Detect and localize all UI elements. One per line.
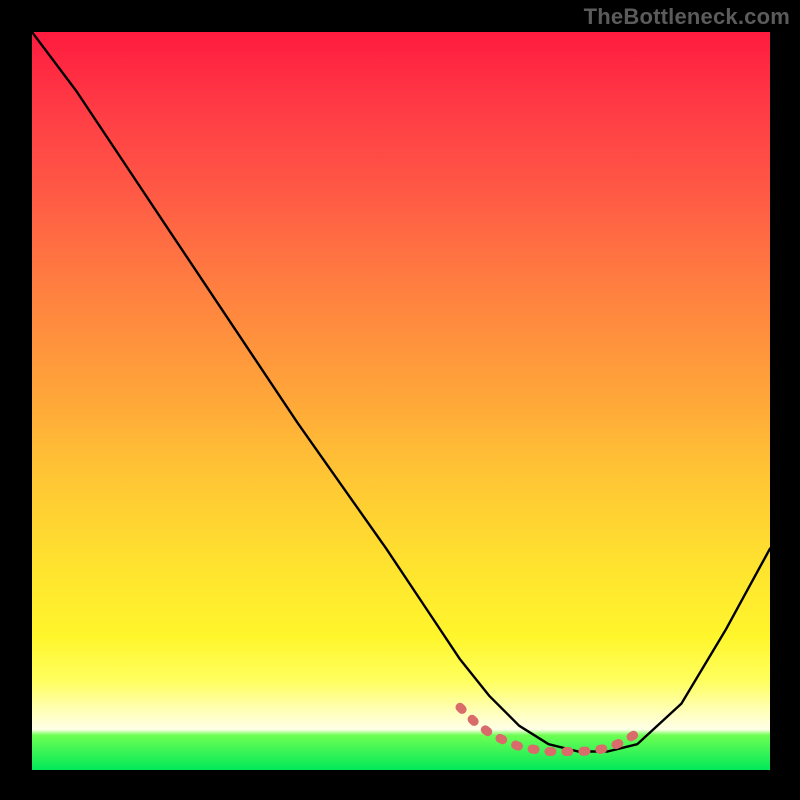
chart-frame: TheBottleneck.com (0, 0, 800, 800)
chart-svg (32, 32, 770, 770)
watermark: TheBottleneck.com (584, 4, 790, 30)
plot-area (32, 32, 770, 770)
bottleneck-curve (32, 32, 770, 752)
